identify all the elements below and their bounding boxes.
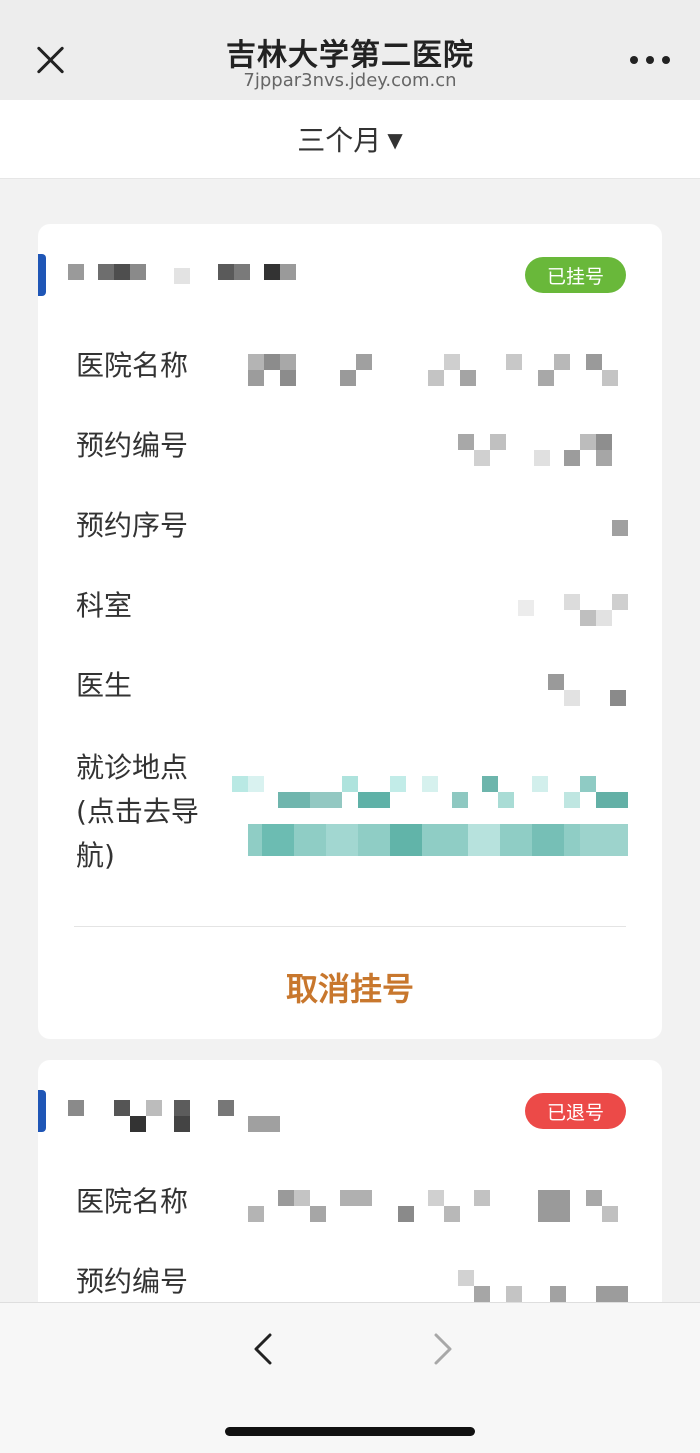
caret-down-icon: ▼ — [387, 128, 403, 152]
chevron-left-icon[interactable] — [244, 1329, 284, 1369]
status-badge: 已退号 — [524, 1093, 626, 1129]
appointment-card: 已挂号 医院名称 预约编号 预约序号 科室 医生 就诊地点 (点击去导 航) 取… — [38, 224, 662, 1039]
field-value-redacted — [458, 1270, 628, 1304]
field-value-redacted — [248, 1190, 628, 1224]
field-value-redacted — [612, 520, 628, 536]
title-bar: 吉林大学第二医院 7jppar3nvs.jdey.com.cn — [0, 0, 700, 100]
period-filter-label: 三个月 — [297, 124, 382, 157]
field-value-redacted — [548, 674, 628, 708]
status-badge: 已挂号 — [524, 257, 626, 293]
field-label: 科室 — [76, 589, 133, 622]
field-value-redacted — [518, 594, 628, 628]
field-label: 预约序号 — [76, 509, 189, 542]
location-value-redacted[interactable] — [232, 776, 628, 856]
card-divider — [74, 926, 626, 927]
patient-name-redacted — [68, 264, 308, 284]
page-url: 7jppar3nvs.jdey.com.cn — [243, 70, 457, 91]
patient-name-redacted — [68, 1100, 308, 1132]
card-accent-bar — [38, 254, 46, 296]
field-value-redacted — [248, 354, 628, 388]
page-title: 吉林大学第二医院 — [226, 38, 474, 73]
card-accent-bar — [38, 1090, 46, 1132]
field-row-location[interactable]: 就诊地点 (点击去导 航) — [76, 746, 628, 886]
field-label: 医院名称 — [76, 1185, 189, 1218]
appointment-card: 已退号 医院名称 预约编号 — [38, 1060, 662, 1320]
home-indicator[interactable] — [225, 1427, 475, 1436]
location-navigation-label[interactable]: 就诊地点 (点击去导 航) — [76, 746, 199, 878]
field-value-redacted — [458, 434, 628, 468]
cancel-appointment-button[interactable]: 取消挂号 — [38, 964, 662, 1010]
period-filter-dropdown[interactable]: 三个月 ▼ — [297, 119, 402, 159]
field-label: 预约编号 — [76, 1265, 189, 1298]
field-label: 医院名称 — [76, 349, 189, 382]
more-icon[interactable] — [630, 50, 670, 70]
field-label: 医生 — [76, 669, 133, 702]
chevron-right-icon[interactable] — [422, 1329, 462, 1369]
bottom-navigation-bar — [0, 1302, 700, 1453]
filter-bar: 三个月 ▼ — [0, 100, 700, 179]
field-label: 预约编号 — [76, 429, 189, 462]
